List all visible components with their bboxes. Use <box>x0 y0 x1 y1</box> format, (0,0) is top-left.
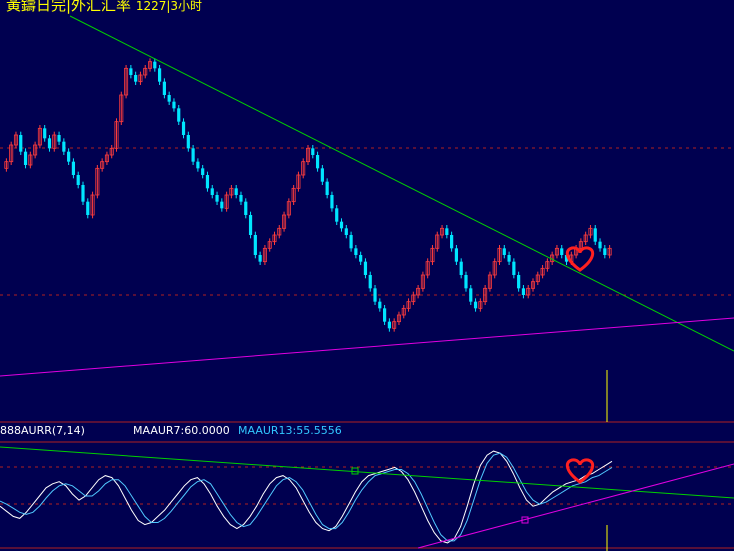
candle-down <box>134 75 138 82</box>
candle-down <box>167 95 171 102</box>
candle-down <box>450 235 454 249</box>
candle-down <box>172 101 176 109</box>
indicator-downtrend-line <box>0 446 734 499</box>
indicator-ma1-label: MAAUR7:60.0000 <box>133 424 230 437</box>
candle-down <box>560 248 564 255</box>
candle-down <box>62 141 66 152</box>
candle-down <box>521 288 526 295</box>
candle-down <box>502 248 506 255</box>
candle-down <box>86 201 90 215</box>
candle-down <box>215 195 219 202</box>
candle-down <box>363 261 368 275</box>
candle-down <box>47 138 52 149</box>
candle-down <box>67 151 71 162</box>
candle-down <box>177 108 181 122</box>
chart-canvas <box>0 15 734 551</box>
candle-down <box>315 155 320 169</box>
indicator-name: 888AURR(7,14) <box>0 424 85 437</box>
candle-down <box>43 128 47 139</box>
candle-down <box>598 241 602 249</box>
candle-down <box>344 228 348 235</box>
candle-down <box>205 175 210 189</box>
candle-down <box>248 215 253 235</box>
candle-down <box>368 275 372 289</box>
candle-down <box>320 168 324 182</box>
candle-down <box>234 188 238 195</box>
instrument-title: 黃鑄日完|外汇汇率 <box>6 0 132 14</box>
candle-down <box>196 161 200 169</box>
candle-down <box>473 301 478 309</box>
candle-down <box>186 135 190 149</box>
candle-down <box>603 248 607 255</box>
candle-down <box>201 168 205 175</box>
indicator-uptrend-line <box>417 463 734 549</box>
candle-down <box>23 151 28 165</box>
candle-down <box>81 185 85 202</box>
candle-down <box>593 228 597 242</box>
candle-down <box>382 308 387 322</box>
candle-down <box>378 301 382 309</box>
candle-down <box>258 255 262 262</box>
period-label: 1227|3小时 <box>135 0 203 13</box>
candle-down <box>191 148 195 162</box>
candle-down <box>459 261 463 275</box>
candle-down <box>454 248 459 262</box>
candle-down <box>210 188 214 195</box>
candle-down <box>129 68 133 75</box>
candle-down <box>311 148 315 155</box>
candle-down <box>157 68 162 82</box>
candle-down <box>517 275 521 289</box>
candle-down <box>244 201 248 215</box>
chart-title: 黃鑄日完|外汇汇率 1227|3小时 <box>6 0 202 15</box>
candle-down <box>239 195 243 202</box>
candle-down <box>76 175 80 185</box>
candle-down <box>325 181 329 195</box>
candle-down <box>512 261 516 275</box>
indicator-series <box>0 450 613 544</box>
candle-down <box>330 195 334 209</box>
candle-down <box>387 321 391 329</box>
chart-window: 黃鑄日完|外汇汇率 1227|3小时 888AURR(7,14) MAAUR7:… <box>0 0 734 551</box>
candle-down <box>153 61 157 69</box>
candle-down <box>354 248 358 255</box>
candle-down <box>469 288 473 302</box>
candle-down <box>507 255 511 262</box>
candle-down <box>71 161 76 175</box>
candle-down <box>359 255 363 262</box>
candle-down <box>335 208 339 222</box>
candle-down <box>19 135 23 152</box>
indicator-pivot-marker <box>351 467 359 475</box>
candle-down <box>349 235 353 249</box>
candle-down <box>181 121 186 135</box>
uptrend-line <box>0 317 734 377</box>
candle-down <box>220 201 224 209</box>
candle-down <box>253 235 257 255</box>
candle-down <box>373 288 377 302</box>
candle-down <box>162 81 166 95</box>
indicator-line-cyan <box>0 452 613 542</box>
candle-down <box>464 275 468 289</box>
indicator-ma2-label: MAAUR13:55.5556 <box>238 424 342 437</box>
candle-down <box>339 221 344 229</box>
downtrend-line <box>69 15 734 352</box>
candle-down <box>57 135 61 142</box>
candle-down <box>445 228 449 235</box>
candlestick-series <box>4 58 612 332</box>
